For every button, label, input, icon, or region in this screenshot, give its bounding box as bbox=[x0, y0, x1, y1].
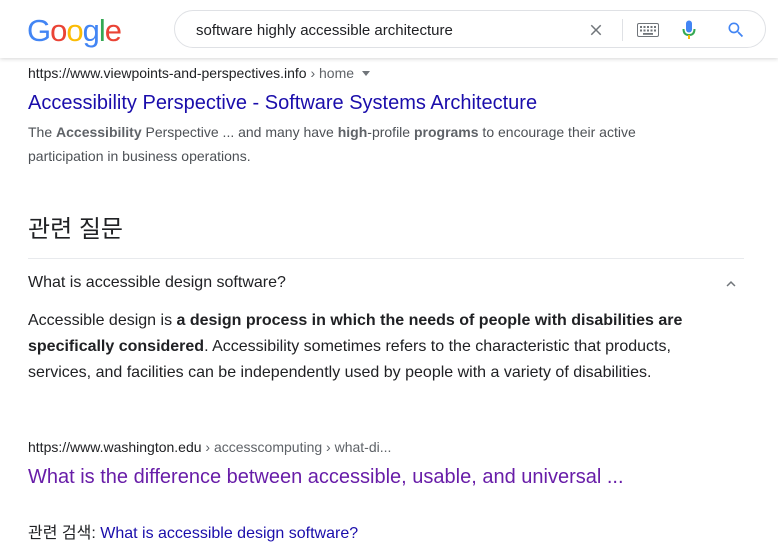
logo-letter: e bbox=[104, 13, 122, 48]
logo-letter: G bbox=[27, 13, 51, 48]
result-title-link[interactable]: Accessibility Perspective - Software Sys… bbox=[28, 90, 728, 116]
related-questions-heading: 관련 질문 bbox=[28, 216, 123, 243]
result-url[interactable]: https://www.viewpoints-and-perspectives.… bbox=[28, 64, 728, 82]
google-logo[interactable]: Google bbox=[27, 13, 122, 49]
related-question-toggle[interactable]: What is accessible design software? bbox=[28, 272, 708, 294]
chevron-up-icon[interactable] bbox=[722, 275, 740, 293]
microphone-icon[interactable] bbox=[682, 20, 696, 40]
close-icon[interactable] bbox=[587, 21, 605, 39]
search-divider bbox=[622, 19, 623, 41]
search-input[interactable] bbox=[196, 20, 566, 40]
snippet-text: The bbox=[28, 124, 57, 140]
snippet-highlight: Accessibility bbox=[56, 124, 142, 140]
result-breadcrumb: › home bbox=[306, 65, 355, 81]
answer-source: https://www.washington.edu › accesscompu… bbox=[28, 438, 748, 490]
logo-letter: o bbox=[66, 13, 83, 48]
divider bbox=[28, 258, 744, 259]
search-result: https://www.viewpoints-and-perspectives.… bbox=[28, 64, 728, 168]
source-title-link[interactable]: What is the difference between accessibl… bbox=[28, 464, 748, 490]
header-bar: Google bbox=[0, 0, 778, 58]
related-search-label: 관련 검색: bbox=[28, 525, 96, 542]
source-url[interactable]: https://www.washington.edu › accesscompu… bbox=[28, 438, 748, 456]
source-url-domain: https://www.washington.edu bbox=[28, 439, 202, 455]
related-search-link[interactable]: What is accessible design software? bbox=[100, 525, 358, 542]
snippet-text: Perspective ... and many have bbox=[141, 124, 338, 140]
logo-letter: g bbox=[82, 13, 100, 48]
search-box bbox=[174, 10, 766, 48]
chevron-down-icon[interactable] bbox=[362, 70, 371, 76]
keyboard-icon[interactable] bbox=[637, 23, 659, 37]
search-icon[interactable] bbox=[726, 20, 746, 40]
answer-text: Accessible design is bbox=[28, 312, 177, 329]
logo-letter: o bbox=[50, 13, 67, 48]
related-search: 관련 검색: What is accessible design softwar… bbox=[28, 522, 358, 546]
snippet-highlight: programs bbox=[413, 124, 479, 140]
snippet-highlight: high bbox=[337, 124, 368, 140]
result-snippet: The Accessibility Perspective ... and ma… bbox=[28, 120, 668, 168]
result-url-domain: https://www.viewpoints-and-perspectives.… bbox=[28, 65, 307, 81]
source-breadcrumb: › accesscomputing › what-di... bbox=[201, 439, 392, 455]
question-answer: Accessible design is a design process in… bbox=[28, 308, 728, 386]
snippet-text: -profile bbox=[367, 124, 414, 140]
